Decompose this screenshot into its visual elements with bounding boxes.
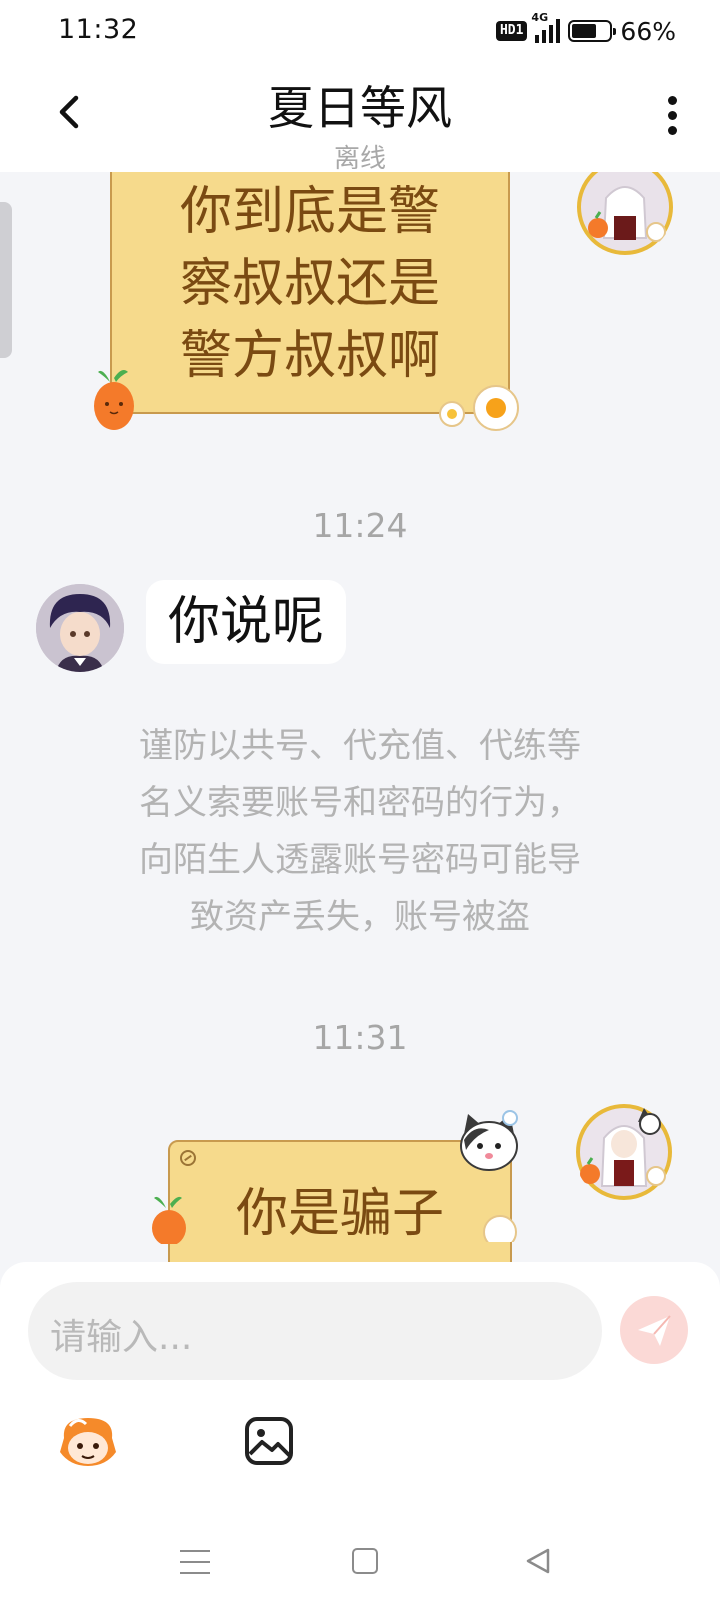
network-label: 4G [531, 11, 549, 24]
message-input[interactable]: 请输入... [28, 1282, 602, 1380]
emoji-character-icon [60, 1418, 116, 1466]
status-time: 11:32 [58, 14, 139, 45]
flower-sticker-icon [483, 1215, 517, 1242]
warning-line: 致资产丢失，账号被盗 [190, 897, 530, 937]
contact-status: 离线 [333, 144, 386, 174]
warning-line: 向陌生人透露账号密码可能导 [139, 840, 581, 880]
security-warning: 谨防以共号、代充值、代练等 名义索要账号和密码的行为， 向陌生人透露账号密码可能… [70, 718, 650, 946]
back-triangle-icon [526, 1548, 550, 1574]
battery-percent: 66% [620, 16, 676, 46]
image-icon [245, 1417, 293, 1465]
input-placeholder: 请输入... [50, 1317, 193, 1358]
carrot-sticker-icon [94, 370, 134, 430]
message-list[interactable]: 你到底是警 察叔叔还是 警方叔叔啊 11:24 你说呢 谨防以共号、代充值、代练… [0, 172, 720, 1262]
message-line: 警方叔叔啊 [179, 326, 440, 386]
signal-icon: 4G [531, 11, 561, 43]
message-text: 你是骗子 [235, 1184, 444, 1244]
my-avatar[interactable] [574, 1102, 674, 1202]
send-button[interactable] [620, 1296, 688, 1364]
hd-badge: HD1 [495, 21, 528, 41]
my-avatar[interactable] [576, 172, 674, 256]
scroll-handle[interactable] [0, 202, 12, 358]
timestamp: 11:24 [312, 506, 408, 545]
contact-name: 夏日等风 [268, 81, 452, 135]
timestamp: 11:31 [312, 1018, 408, 1057]
emoji-button[interactable] [56, 1412, 120, 1472]
nav-menu-button[interactable] [180, 1550, 210, 1576]
message-line: 你到底是警 [179, 182, 440, 242]
friend-avatar[interactable] [36, 584, 124, 672]
cat-sticker-icon [460, 1110, 518, 1171]
battery-icon [568, 20, 617, 42]
menu-icon [180, 1550, 210, 1574]
carrot-sticker-icon [152, 1196, 186, 1244]
message-line: 察叔叔还是 [179, 254, 440, 314]
message-bubble-received[interactable]: 你说呢 [146, 580, 347, 664]
image-button[interactable] [244, 1416, 294, 1466]
more-button[interactable] [662, 96, 682, 140]
warning-line: 谨防以共号、代充值、代练等 [139, 726, 581, 766]
status-indicators: HD1 4G 66% [495, 11, 676, 48]
chat-header: 夏日等风 离线 [0, 64, 720, 174]
warning-line: 名义索要账号和密码的行为， [139, 783, 581, 823]
nav-home-button[interactable] [352, 1548, 378, 1574]
pin-icon [180, 1150, 196, 1166]
vertical-dots-icon [662, 96, 682, 135]
message-bubble-sent[interactable]: 你到底是警 察叔叔还是 警方叔叔啊 [110, 172, 510, 414]
status-bar: 11:32 HD1 4G 66% [0, 0, 720, 64]
flower-sticker-icon [439, 385, 519, 431]
nav-back-button[interactable] [524, 1546, 554, 1576]
send-icon [638, 1315, 671, 1346]
